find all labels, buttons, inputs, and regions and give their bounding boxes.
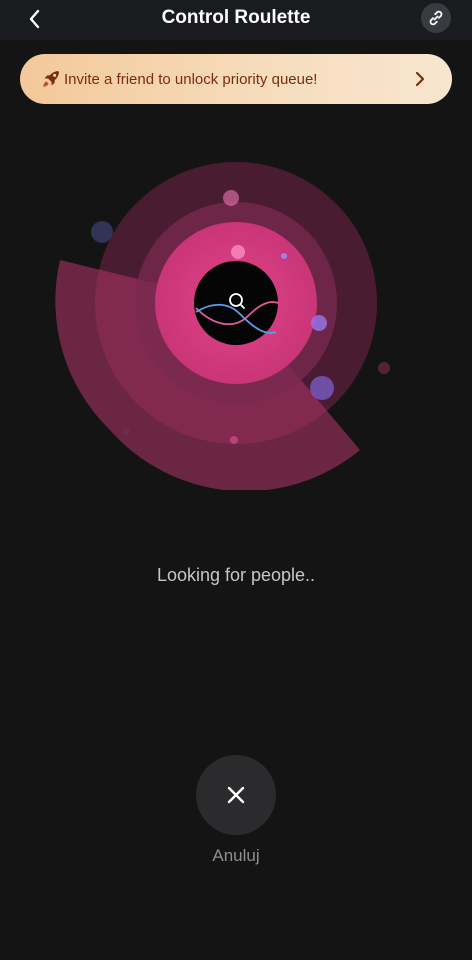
cancel-button[interactable] <box>196 755 276 835</box>
rocket-icon <box>40 68 62 90</box>
dot <box>378 362 390 374</box>
search-status-text: Looking for people.. <box>156 565 316 585</box>
header-bar: Control Roulette <box>0 0 472 40</box>
back-button[interactable] <box>18 2 52 36</box>
dot <box>223 190 239 206</box>
link-icon <box>429 10 443 26</box>
radar-search-animation <box>55 162 390 490</box>
invite-friend-banner[interactable]: Invite a friend to unlock priority queue… <box>20 54 452 104</box>
dot <box>122 427 130 435</box>
dot <box>91 221 113 243</box>
dot <box>310 376 334 400</box>
chevron-right-icon <box>415 71 425 87</box>
dot <box>281 253 287 259</box>
cancel-label: Anuluj <box>212 846 260 865</box>
dot <box>230 436 238 444</box>
page-title: Control Roulette <box>161 7 311 28</box>
dot <box>311 315 327 331</box>
invite-banner-text: Invite a friend to unlock priority queue… <box>64 70 318 88</box>
dot <box>231 245 245 259</box>
share-link-button[interactable] <box>421 3 451 33</box>
close-icon <box>227 786 245 804</box>
chevron-left-icon <box>29 9 40 29</box>
